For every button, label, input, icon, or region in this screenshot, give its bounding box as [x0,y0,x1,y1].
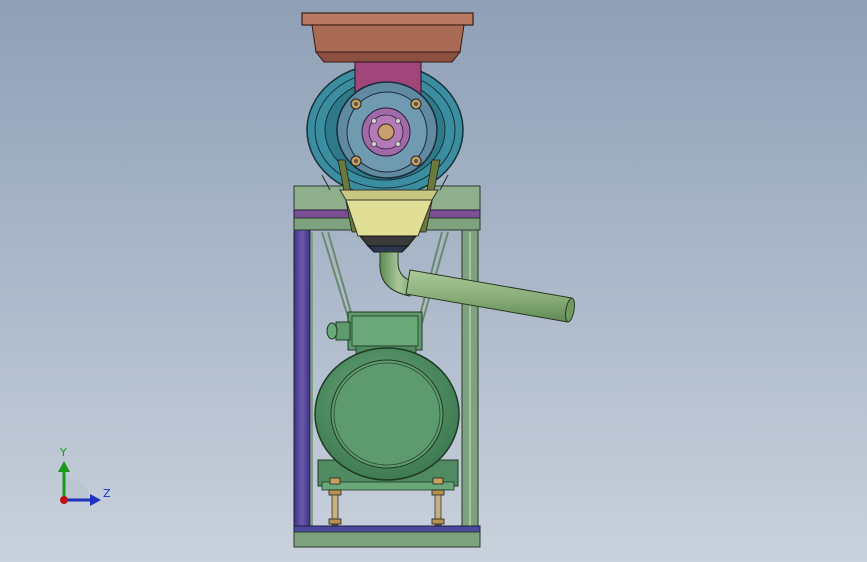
discharge-chute[interactable] [339,189,439,253]
triad-z-label: Z [103,487,111,500]
shaft[interactable] [377,123,395,141]
triad-origin [60,496,68,504]
electric-motor[interactable] [314,347,460,491]
bearing-housing[interactable] [336,81,438,179]
coordinate-triad[interactable]: Y Z [58,446,111,506]
triad-y-label: Y [59,446,67,459]
frame-base-plate[interactable] [293,531,481,548]
cad-viewport[interactable]: Y Z [0,0,867,562]
frame-left-post[interactable] [293,229,311,531]
frame-base-beam[interactable] [293,525,481,533]
hopper-rim[interactable] [301,12,474,26]
machine-model-view[interactable]: Y Z [0,0,867,562]
